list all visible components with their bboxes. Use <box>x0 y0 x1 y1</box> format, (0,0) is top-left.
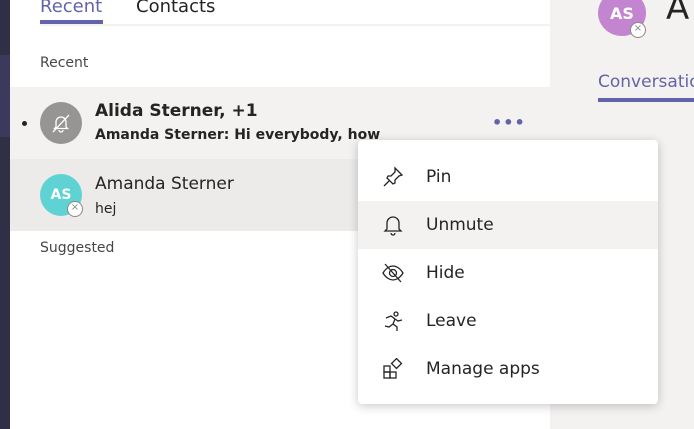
apps-icon <box>383 358 403 379</box>
leave-icon <box>384 311 403 331</box>
section-recent: Recent <box>40 55 89 71</box>
unread-dot <box>22 121 27 126</box>
rail-active-item[interactable] <box>0 55 10 137</box>
menu-item-manage-apps[interactable]: Manage apps <box>358 345 658 393</box>
active-tab-indicator <box>40 20 103 24</box>
menu-item-hide[interactable]: Hide <box>358 249 658 297</box>
chat-name: Alida Sterner, +1 <box>95 101 258 121</box>
tab-divider <box>40 24 550 26</box>
hide-icon <box>382 263 404 283</box>
pin-icon <box>383 166 404 187</box>
tab-recent[interactable]: Recent <box>40 0 102 17</box>
active-tab-indicator <box>598 98 694 102</box>
menu-item-unmute[interactable]: Unmute <box>358 201 658 249</box>
offline-status-icon: × <box>67 201 83 217</box>
chat-preview: Amanda Sterner: Hi everybody, how are yo <box>95 127 385 143</box>
menu-item-pin[interactable]: Pin <box>358 153 658 201</box>
more-options-button[interactable]: ••• <box>492 113 526 132</box>
chat-name: Amanda Sterner <box>95 174 234 194</box>
tab-conversations[interactable]: Conversations <box>598 72 694 92</box>
context-menu: Pin Unmute Hide Leave Manage apps <box>358 140 658 404</box>
tab-contacts[interactable]: Contacts <box>136 0 215 17</box>
muted-bell-icon <box>40 102 82 144</box>
bell-icon <box>383 216 403 236</box>
offline-status-icon: × <box>630 22 646 38</box>
menu-item-leave[interactable]: Leave <box>358 297 658 345</box>
app-rail <box>0 0 10 429</box>
section-suggested: Suggested <box>40 240 115 256</box>
chat-preview: hej <box>95 201 117 217</box>
contact-title: A <box>666 0 690 28</box>
